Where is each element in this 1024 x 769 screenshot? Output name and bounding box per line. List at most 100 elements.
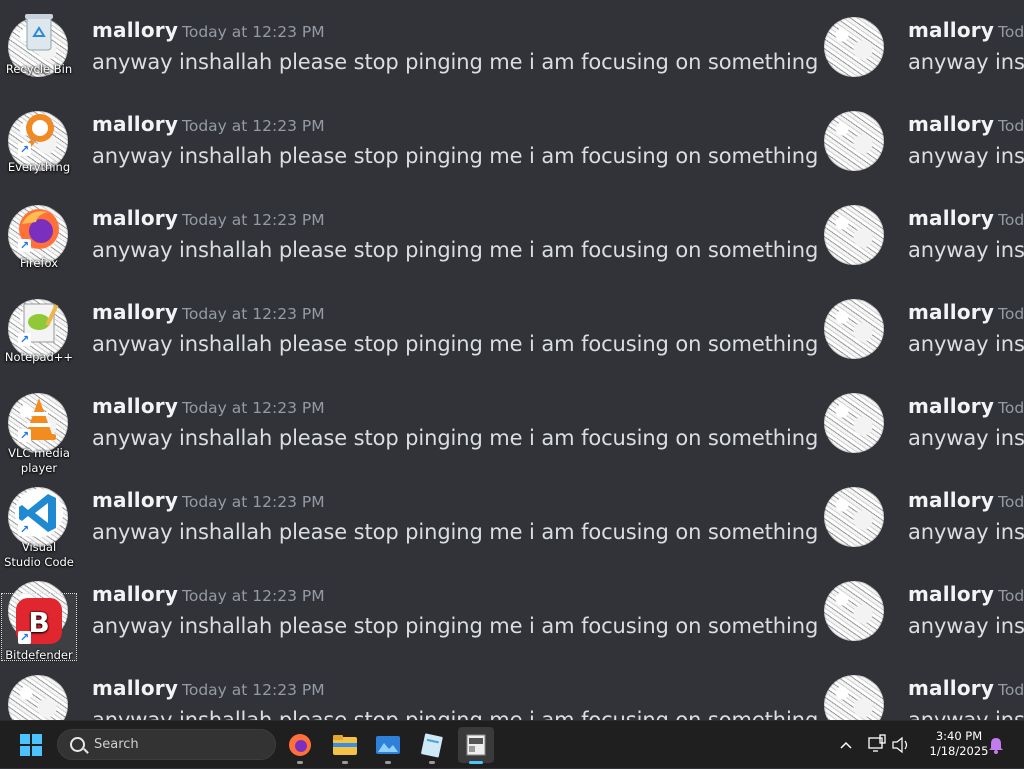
username[interactable]: mallory: [92, 488, 178, 512]
username[interactable]: mallory: [908, 112, 994, 136]
firefox-icon: [289, 734, 311, 756]
chat-message[interactable]: mallory Today at 12:23 PM anyway inshallah…: [8, 376, 818, 470]
username[interactable]: mallory: [92, 112, 178, 136]
avatar[interactable]: [824, 205, 884, 265]
windows-logo-pane: [32, 746, 42, 756]
message-timestamp: Today at 12:23 PM: [182, 305, 325, 323]
username[interactable]: mallory: [908, 206, 994, 230]
network-icon[interactable]: [866, 721, 888, 769]
chat-message[interactable]: mallory Today at 12:23 PM anyway inshallah…: [8, 564, 818, 658]
vlc-cone-icon: ↗: [14, 394, 64, 444]
avatar[interactable]: [824, 487, 884, 547]
desktop-icon-recycle-bin[interactable]: Recycle Bin: [2, 10, 76, 77]
message-timestamp: Tod: [998, 681, 1024, 699]
message-timestamp: Today at 12:23 PM: [182, 681, 325, 699]
running-indicator: [385, 761, 391, 764]
shortcut-arrow-icon: ↗: [18, 239, 31, 252]
running-indicator: [429, 761, 435, 764]
message-text: anyway inshallah please stop pinging me …: [92, 708, 819, 720]
desktop-icon-notepad-plus-plus[interactable]: ↗ Notepad++: [2, 298, 76, 365]
desktop-icon-label: Notepad++: [4, 350, 74, 364]
taskbar-photos[interactable]: [370, 727, 406, 764]
chat-message[interactable]: mallory Today at 12:23 PM anyway inshallah…: [8, 188, 818, 282]
desktop-icon-firefox[interactable]: ↗ Firefox: [2, 204, 76, 271]
message-text: anyway inshallah please stop pinging me …: [92, 614, 819, 638]
chat-message[interactable]: mallory Today at 12:23 PM anyway inshallah…: [8, 0, 818, 94]
chat-message[interactable]: malloryTod anyway insh: [824, 94, 1024, 188]
recycle-bin-icon: [14, 10, 64, 60]
chat-message[interactable]: mallory Today at 12:23 PM anyway inshallah…: [8, 94, 818, 188]
message-text: anyway inshallah please stop pinging me …: [92, 426, 819, 450]
windows-logo-pane: [20, 746, 30, 756]
message-timestamp: Tod: [998, 587, 1024, 605]
notepad-plus-plus-icon: ↗: [14, 298, 64, 348]
desktop-icon-label: VLC media player: [8, 446, 70, 475]
username[interactable]: mallory: [92, 676, 178, 700]
desktop-wallpaper: mallory Today at 12:23 PM anyway inshallah…: [0, 0, 1024, 720]
volume-icon[interactable]: [890, 721, 912, 769]
taskbar-discord-window[interactable]: [458, 727, 494, 764]
chat-message[interactable]: malloryTod anyway insh: [824, 564, 1024, 658]
chat-message[interactable]: mallory Today at 12:23 PM anyway inshallah…: [8, 470, 818, 564]
taskbar-file-explorer[interactable]: [327, 727, 363, 764]
windows-logo-pane: [20, 734, 30, 744]
username[interactable]: mallory: [908, 582, 994, 606]
photos-icon: [376, 736, 400, 754]
chat-message[interactable]: malloryTod anyway insh: [824, 658, 1024, 720]
taskbar-search-box[interactable]: Search: [57, 729, 276, 760]
avatar[interactable]: [8, 675, 68, 720]
username[interactable]: mallory: [908, 394, 994, 418]
username[interactable]: mallory: [92, 206, 178, 230]
username[interactable]: mallory: [908, 488, 994, 512]
windows-logo-pane: [32, 734, 42, 744]
taskbar: Search 3:40 PM 1/18/2025: [0, 720, 1024, 768]
avatar[interactable]: [824, 675, 884, 720]
message-timestamp: Tod: [998, 211, 1024, 229]
desktop-icon-vlc[interactable]: ↗ VLC media player: [2, 394, 76, 476]
start-button[interactable]: [20, 734, 42, 756]
username[interactable]: mallory: [92, 582, 178, 606]
message-text: anyway inshallah please stop pinging me …: [92, 238, 819, 262]
message-timestamp: Tod: [998, 493, 1024, 511]
message-text: anyway inshallah please stop pinging me …: [92, 144, 819, 168]
desktop-icon-bitdefender[interactable]: B ↗ Bitdefender: [1, 593, 77, 662]
avatar[interactable]: [824, 581, 884, 641]
desktop-icon-label: Recycle Bin: [5, 62, 73, 76]
discord-window-icon: [466, 734, 486, 756]
chat-message[interactable]: malloryTod anyway insh: [824, 0, 1024, 94]
username[interactable]: mallory: [92, 394, 178, 418]
desktop-icon-label: Visual Studio Code: [4, 540, 74, 569]
username[interactable]: mallory: [908, 18, 994, 42]
message-text: anyway insh: [908, 708, 1024, 720]
message-text: anyway inshallah please stop pinging me …: [92, 50, 819, 74]
avatar[interactable]: [824, 111, 884, 171]
username[interactable]: mallory: [92, 300, 178, 324]
chat-message[interactable]: malloryTod anyway insh: [824, 282, 1024, 376]
message-text: anyway inshallah please stop pinging me …: [92, 332, 819, 356]
chat-message[interactable]: mallory Today at 12:23 PM anyway inshallah…: [8, 658, 818, 720]
desktop-icon-everything[interactable]: ↗ Everything: [2, 108, 76, 175]
message-text: anyway insh: [908, 50, 1024, 74]
avatar[interactable]: [824, 299, 884, 359]
taskbar-notepad[interactable]: [414, 727, 450, 764]
message-text: anyway insh: [908, 520, 1024, 544]
message-timestamp: Tod: [998, 305, 1024, 323]
message-timestamp: Today at 12:23 PM: [182, 587, 325, 605]
message-timestamp: Tod: [998, 23, 1024, 41]
chat-message[interactable]: malloryTod anyway insh: [824, 470, 1024, 564]
search-icon: [70, 737, 85, 752]
username[interactable]: mallory: [92, 18, 178, 42]
chevron-up-icon[interactable]: [836, 721, 856, 769]
chat-message[interactable]: mallory Today at 12:23 PM anyway inshallah…: [8, 282, 818, 376]
avatar[interactable]: [824, 393, 884, 453]
search-placeholder: Search: [94, 737, 139, 752]
desktop-icon-vscode[interactable]: ↗ Visual Studio Code: [2, 488, 76, 570]
chat-message[interactable]: malloryTod anyway insh: [824, 376, 1024, 470]
system-tray: [834, 721, 914, 769]
chat-message[interactable]: malloryTod anyway insh: [824, 188, 1024, 282]
username[interactable]: mallory: [908, 300, 994, 324]
notification-bell-icon[interactable]: [986, 721, 1006, 769]
username[interactable]: mallory: [908, 676, 994, 700]
taskbar-firefox[interactable]: [282, 727, 318, 764]
avatar[interactable]: [824, 17, 884, 77]
